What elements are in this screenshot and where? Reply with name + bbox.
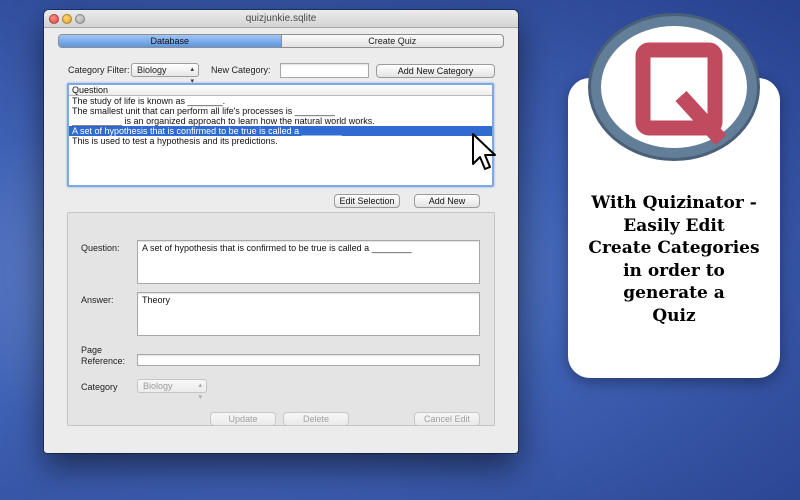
app-window: quizjunkie.sqlite Database Create Quiz C… <box>44 10 518 453</box>
table-row[interactable]: The study of life is known as _______. <box>69 96 492 106</box>
promo-line: Quiz <box>652 305 696 326</box>
promo-line: in order to <box>623 260 725 281</box>
category-filter-popup[interactable]: Biology ▴ ▾ <box>131 63 199 85</box>
category-filter-label: Category Filter: <box>68 65 130 75</box>
question-textarea[interactable]: A set of hypothesis that is confirmed to… <box>137 240 480 284</box>
answer-field-label: Answer: <box>81 295 114 305</box>
arrow-pointer-icon <box>472 133 496 170</box>
promo-line: Create Categories <box>588 238 760 259</box>
view-switcher: Database Create Quiz <box>58 34 504 48</box>
answer-textarea[interactable]: Theory <box>137 292 480 336</box>
tab-create-quiz[interactable]: Create Quiz <box>282 35 504 47</box>
add-new-button[interactable]: Add New <box>414 194 480 208</box>
editor-panel: Question: A set of hypothesis that is co… <box>67 212 495 426</box>
new-category-input[interactable] <box>280 63 369 78</box>
question-table[interactable]: Question The study of life is known as _… <box>67 83 494 187</box>
category-popup[interactable]: Biology ▴ ▾ <box>137 379 207 401</box>
delete-button[interactable]: Delete <box>283 412 349 426</box>
category-field-label: Category <box>81 382 118 392</box>
page-reference-label: Page Reference: <box>81 345 126 366</box>
page-reference-input[interactable] <box>137 354 480 366</box>
category-value: Biology <box>143 381 173 391</box>
question-column-header[interactable]: Question <box>69 85 492 96</box>
new-category-label: New Category: <box>211 65 271 75</box>
update-button[interactable]: Update <box>210 412 276 426</box>
question-field-label: Question: <box>81 243 120 253</box>
add-new-category-button[interactable]: Add New Category <box>376 64 495 78</box>
tab-database[interactable]: Database <box>59 35 282 47</box>
window-title: quizjunkie.sqlite <box>245 13 317 24</box>
table-row-selected[interactable]: A set of hypothesis that is confirmed to… <box>69 126 492 136</box>
table-row[interactable]: This is used to test a hypothesis and it… <box>69 136 492 146</box>
promo-tagline: With Quizinator - Easily Edit Create Cat… <box>572 192 776 328</box>
table-row[interactable]: __________ is an organized approach to l… <box>69 116 492 126</box>
q-logo-icon <box>635 42 727 146</box>
promo-line: Easily Edit <box>623 215 725 236</box>
quizinator-logo <box>588 13 760 161</box>
category-filter-value: Biology <box>137 65 167 75</box>
promo-line: With Quizinator - <box>591 193 757 213</box>
promo-line: generate a <box>623 283 725 304</box>
title-bar: quizjunkie.sqlite <box>44 10 518 28</box>
table-row[interactable]: The smallest unit that can perform all l… <box>69 106 492 116</box>
updown-chevron-icon: ▴ ▾ <box>198 382 202 401</box>
edit-selection-button[interactable]: Edit Selection <box>334 194 400 208</box>
cancel-edit-button[interactable]: Cancel Edit <box>414 412 480 426</box>
